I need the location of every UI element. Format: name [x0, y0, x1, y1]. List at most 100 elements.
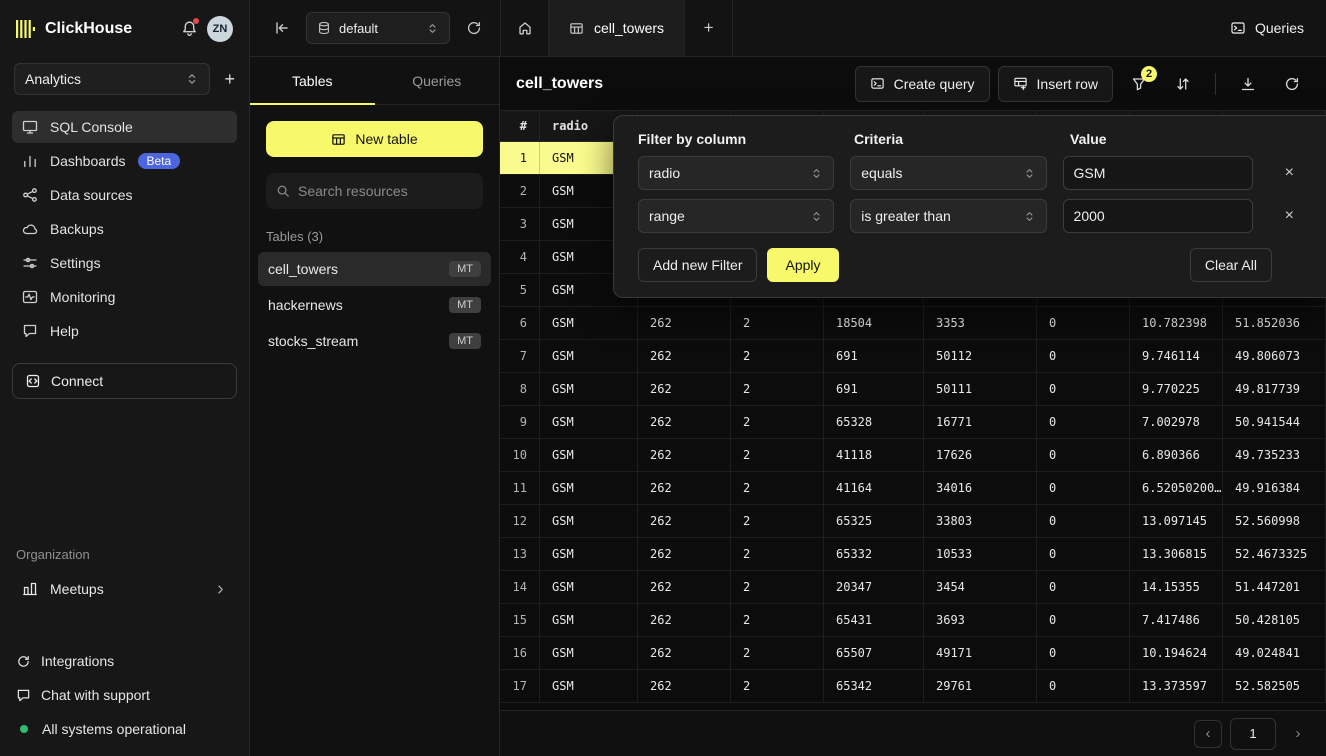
new-tab-button[interactable]: + [685, 0, 733, 56]
refresh-table-button[interactable] [1274, 66, 1310, 102]
table-cell: 0 [1037, 373, 1130, 405]
sidebar-item-data-sources[interactable]: Data sources [12, 179, 237, 211]
table-cell: 262 [638, 406, 731, 438]
filter-column-select[interactable]: range [638, 199, 834, 233]
workspace-select[interactable]: Analytics [14, 63, 210, 95]
row-number: 10 [500, 439, 540, 471]
table-list-item-hackernews[interactable]: hackernewsMT [258, 288, 491, 322]
sidebar-item-label: Meetups [50, 581, 104, 597]
sidebar-item-help[interactable]: Help [12, 315, 237, 347]
topbar: default cell_towers + [250, 0, 1326, 57]
refresh-database-button[interactable] [466, 20, 482, 36]
filter-criteria-select[interactable]: is greater than [850, 199, 1046, 233]
dashboards-icon [22, 153, 38, 169]
insert-row-button[interactable]: Insert row [998, 66, 1113, 102]
table-list-item-cell-towers[interactable]: cell_towersMT [258, 252, 491, 286]
filter-row: range is greater than × [638, 199, 1302, 233]
filter-criteria-select[interactable]: equals [850, 156, 1046, 190]
table-icon [569, 21, 584, 36]
settings-icon [22, 255, 38, 271]
panel-tab-tables[interactable]: Tables [250, 57, 375, 104]
queries-button[interactable]: Queries [1208, 0, 1326, 56]
avatar[interactable]: ZN [207, 16, 233, 42]
clear-all-filters-button[interactable]: Clear All [1190, 248, 1272, 282]
table-row[interactable]: 15GSM262265431369307.41748650.428105 [500, 604, 1326, 637]
table-row[interactable]: 8GSM26226915011109.77022549.817739 [500, 373, 1326, 406]
chevron-updown-icon [185, 72, 199, 86]
new-table-button[interactable]: New table [266, 121, 483, 157]
chevron-updown-icon [426, 22, 439, 35]
table-cell: 49.806073 [1223, 340, 1326, 372]
table-row[interactable]: 16GSM26226550749171010.19462449.024841 [500, 637, 1326, 670]
table-cell: GSM [540, 505, 638, 537]
add-workspace-button[interactable]: + [224, 70, 235, 88]
table-row[interactable]: 7GSM26226915011209.74611449.806073 [500, 340, 1326, 373]
table-cell: 0 [1037, 439, 1130, 471]
table-row[interactable]: 17GSM26226534229761013.37359752.582505 [500, 670, 1326, 703]
prev-page-button[interactable]: ‹ [1194, 720, 1222, 748]
table-row[interactable]: 10GSM2622411181762606.89036649.735233 [500, 439, 1326, 472]
apply-filters-button[interactable]: Apply [767, 248, 838, 282]
next-page-button[interactable]: › [1284, 720, 1312, 748]
table-cell: 13.306815 [1130, 538, 1223, 570]
table-cell: 52.4673325 [1223, 538, 1326, 570]
create-query-button[interactable]: Create query [855, 66, 990, 102]
filter-value-label: Value [1070, 131, 1260, 147]
database-select[interactable]: default [306, 12, 450, 44]
sidebar-item-meetups[interactable]: Meetups [12, 572, 237, 606]
remove-filter-button[interactable]: × [1277, 160, 1302, 186]
sort-button[interactable] [1165, 66, 1201, 102]
brand-name: ClickHouse [45, 20, 132, 38]
table-row[interactable]: 9GSM2622653281677107.00297850.941544 [500, 406, 1326, 439]
panel-tab-queries[interactable]: Queries [375, 57, 500, 104]
table-row[interactable]: 12GSM26226532533803013.09714552.560998 [500, 505, 1326, 538]
tab-home[interactable] [501, 0, 549, 56]
sidebar-item-sql-console[interactable]: SQL Console [12, 111, 237, 143]
sidebar-item-label: Integrations [41, 653, 114, 669]
table-row[interactable]: 14GSM2622203473454014.1535551.447201 [500, 571, 1326, 604]
row-number: 3 [500, 208, 540, 240]
table-cell: GSM [540, 373, 638, 405]
remove-filter-button[interactable]: × [1277, 203, 1302, 229]
table-cell: GSM [540, 538, 638, 570]
table-cell: 9.770225 [1130, 373, 1223, 405]
sidebar-item-all-systems-operational[interactable]: All systems operational [12, 716, 237, 742]
table-cell: 0 [1037, 604, 1130, 636]
search-input[interactable] [298, 183, 473, 199]
table-list-item-stocks-stream[interactable]: stocks_streamMT [258, 324, 491, 358]
filter-value-input[interactable] [1063, 156, 1253, 190]
sidebar-item-settings[interactable]: Settings [12, 247, 237, 279]
sidebar-item-monitoring[interactable]: Monitoring [12, 281, 237, 313]
table-cell: 6.52050200… [1130, 472, 1223, 504]
filter-column-select[interactable]: radio [638, 156, 834, 190]
column-header[interactable]: # [500, 111, 540, 141]
table-row[interactable]: 6GSM2622185043353010.78239851.852036 [500, 307, 1326, 340]
sidebar-item-backups[interactable]: Backups [12, 213, 237, 245]
row-number: 15 [500, 604, 540, 636]
filter-button[interactable]: 2 [1121, 66, 1157, 102]
table-cell: 3454 [924, 571, 1037, 603]
table-cell: 2 [731, 472, 824, 504]
tab-strip: cell_towers + Queries [500, 0, 1326, 56]
toolbar-divider [1215, 73, 1216, 95]
row-number: 14 [500, 571, 540, 603]
table-cell: 9.746114 [1130, 340, 1223, 372]
connect-button[interactable]: Connect [12, 363, 237, 399]
table-cell: 2 [731, 538, 824, 570]
filter-value-input[interactable] [1063, 199, 1253, 233]
add-filter-button[interactable]: Add new Filter [638, 248, 757, 282]
table-row[interactable]: 13GSM26226533210533013.30681552.4673325 [500, 538, 1326, 571]
table-row[interactable]: 11GSM2622411643401606.52050200…49.916384 [500, 472, 1326, 505]
table-cell: GSM [540, 571, 638, 603]
insert-row-label: Insert row [1037, 76, 1098, 92]
tab-cell-towers[interactable]: cell_towers [549, 0, 685, 56]
download-button[interactable] [1230, 66, 1266, 102]
sidebar-item-chat-with-support[interactable]: Chat with support [12, 682, 237, 708]
sidebar-item-dashboards[interactable]: DashboardsBeta [12, 145, 237, 177]
sidebar-item-integrations[interactable]: Integrations [12, 648, 237, 674]
notifications-bell-icon[interactable] [181, 20, 198, 37]
table-cell: 262 [638, 670, 731, 702]
pagination: ‹ 1 › [500, 710, 1326, 756]
table-cell: 3353 [924, 307, 1037, 339]
collapse-panel-button[interactable] [274, 20, 290, 36]
